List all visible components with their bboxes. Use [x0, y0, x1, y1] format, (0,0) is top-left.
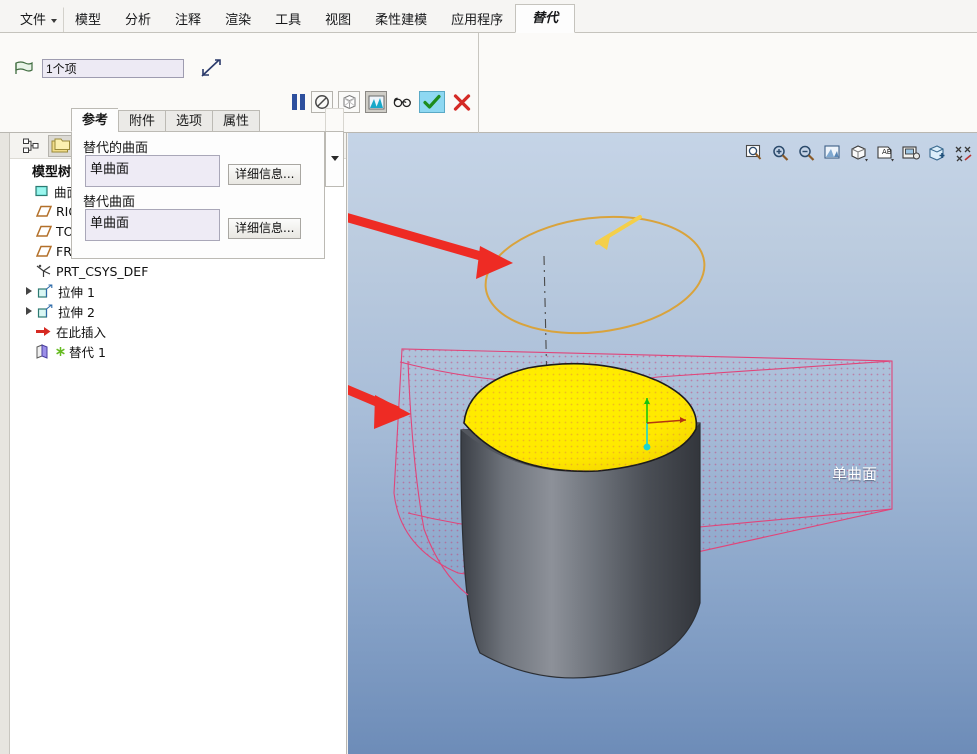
substitute-surface-collector[interactable]: 单曲面: [85, 209, 220, 241]
tree-node-label: 替代 1: [69, 344, 106, 360]
viewport-toolbar: AB: [743, 141, 975, 165]
flag-icon: [14, 60, 34, 76]
slide-panel-scroll-button[interactable]: [325, 131, 344, 187]
highlight-arrow: [595, 215, 642, 245]
model-graphics: [348, 213, 893, 679]
target-quilt-outline: [484, 215, 706, 335]
graphics-viewport[interactable]: 单曲面 AB: [348, 133, 977, 754]
ribbon-tab-file-label: 文件: [20, 13, 47, 28]
ribbon-tab-substitute[interactable]: 替代: [515, 4, 576, 33]
zoom-in-icon[interactable]: [769, 142, 793, 164]
extrude-icon: [36, 283, 55, 299]
slide-down-panel: 参考 附件 选项 属性 替代的曲面 单曲面 详细信息... 替代曲面 单曲面 详…: [71, 108, 325, 259]
tree-node-substitute-1[interactable]: 替代 1: [10, 341, 346, 361]
tree-node-label: 拉伸 1: [58, 284, 95, 300]
substitute-icon: [34, 343, 53, 359]
saved-view-icon[interactable]: [899, 142, 923, 164]
viewport-model-label: 单曲面: [832, 465, 878, 483]
asterisk-icon: [55, 343, 66, 359]
substitute-surface-label: 替代曲面: [83, 195, 136, 210]
tree-node-insert-here[interactable]: 在此插入: [10, 321, 346, 341]
datum-plane-icon: [34, 203, 53, 219]
tree-node-expander[interactable]: [22, 287, 36, 295]
tree-node-csys[interactable]: PRT_CSYS_DEF: [10, 261, 346, 281]
slide-panel-scroll-top: [325, 108, 344, 131]
application-window: 文件 模型 分析 注释 渲染 工具 视图 柔性建模 应用程序 替代 1个项 模型…: [0, 0, 977, 754]
appearance-gallery-icon[interactable]: [925, 142, 949, 164]
cube-icon[interactable]: [847, 142, 871, 164]
checkmark-icon[interactable]: [419, 91, 445, 113]
extrude-icon: [36, 303, 55, 319]
dashboard-separator: [478, 33, 479, 133]
ribbon-tab-annotate[interactable]: 注释: [163, 7, 213, 32]
model-tree-title: 模型树: [32, 165, 72, 180]
tree-node-label: 拉伸 2: [58, 304, 95, 320]
ribbon-tab-applications[interactable]: 应用程序: [439, 7, 515, 32]
chevron-down-icon: [51, 19, 58, 23]
zoom-window-icon[interactable]: [743, 142, 767, 164]
substitute-surface-details-button[interactable]: 详细信息...: [228, 218, 302, 239]
tab-properties[interactable]: 属性: [212, 110, 261, 132]
tree-node-label: 在此插入: [56, 324, 107, 340]
ribbon-tab-tools[interactable]: 工具: [263, 7, 313, 32]
tab-references[interactable]: 参考: [71, 108, 119, 132]
reference-collector-group: [14, 58, 222, 78]
ribbon-tab-flexible-modeling[interactable]: 柔性建模: [363, 7, 439, 32]
datum-display-icon[interactable]: [951, 142, 975, 164]
ribbon-tab-model[interactable]: 模型: [63, 7, 113, 32]
insert-here-icon: [34, 323, 53, 339]
ribbon-tab-file[interactable]: 文件: [8, 7, 63, 32]
zoom-out-icon[interactable]: [795, 142, 819, 164]
substituted-surface-label: 替代的曲面: [83, 141, 149, 156]
tab-attachment[interactable]: 附件: [118, 110, 166, 132]
svg-text:AB: AB: [882, 148, 892, 156]
tree-node-extrude-2[interactable]: 拉伸 2: [10, 301, 346, 321]
ribbon-tab-analysis[interactable]: 分析: [113, 7, 163, 32]
annotation-icon[interactable]: AB: [873, 142, 897, 164]
tree-structure-icon[interactable]: [18, 135, 44, 157]
slide-panel-tabs: 参考 附件 选项 属性: [71, 108, 261, 132]
tab-options[interactable]: 选项: [165, 110, 213, 132]
resize-diagonal-icon[interactable]: [200, 58, 222, 78]
tree-node-label: PRT_CSYS_DEF: [56, 263, 149, 279]
chevron-down-icon: [331, 156, 339, 161]
glasses-icon[interactable]: [392, 91, 414, 113]
substituted-surface-collector[interactable]: 单曲面: [85, 155, 220, 187]
slide-panel-body: 替代的曲面 单曲面 详细信息... 替代曲面 单曲面 详细信息...: [71, 131, 325, 259]
navigator-strip: [0, 133, 10, 754]
ribbon-tabs: 文件 模型 分析 注释 渲染 工具 视图 柔性建模 应用程序 替代: [8, 4, 576, 33]
ribbon-tab-view[interactable]: 视图: [313, 7, 363, 32]
tree-node-expander[interactable]: [22, 307, 36, 315]
datum-plane-icon: [34, 243, 53, 259]
x-mark-icon[interactable]: [450, 91, 474, 113]
csys-icon: [34, 263, 53, 279]
tree-node-extrude-1[interactable]: 拉伸 1: [10, 281, 346, 301]
datum-plane-icon: [34, 223, 53, 239]
reference-collector-input[interactable]: [42, 58, 184, 78]
ribbon-tab-bar: 文件 模型 分析 注释 渲染 工具 视图 柔性建模 应用程序 替代: [0, 0, 977, 33]
substituted-surface-details-button[interactable]: 详细信息...: [228, 164, 302, 185]
ribbon-tab-render[interactable]: 渲染: [213, 7, 263, 32]
refit-icon[interactable]: [821, 142, 845, 164]
shaded-preview-icon[interactable]: [365, 91, 387, 113]
part-icon: [32, 183, 51, 199]
